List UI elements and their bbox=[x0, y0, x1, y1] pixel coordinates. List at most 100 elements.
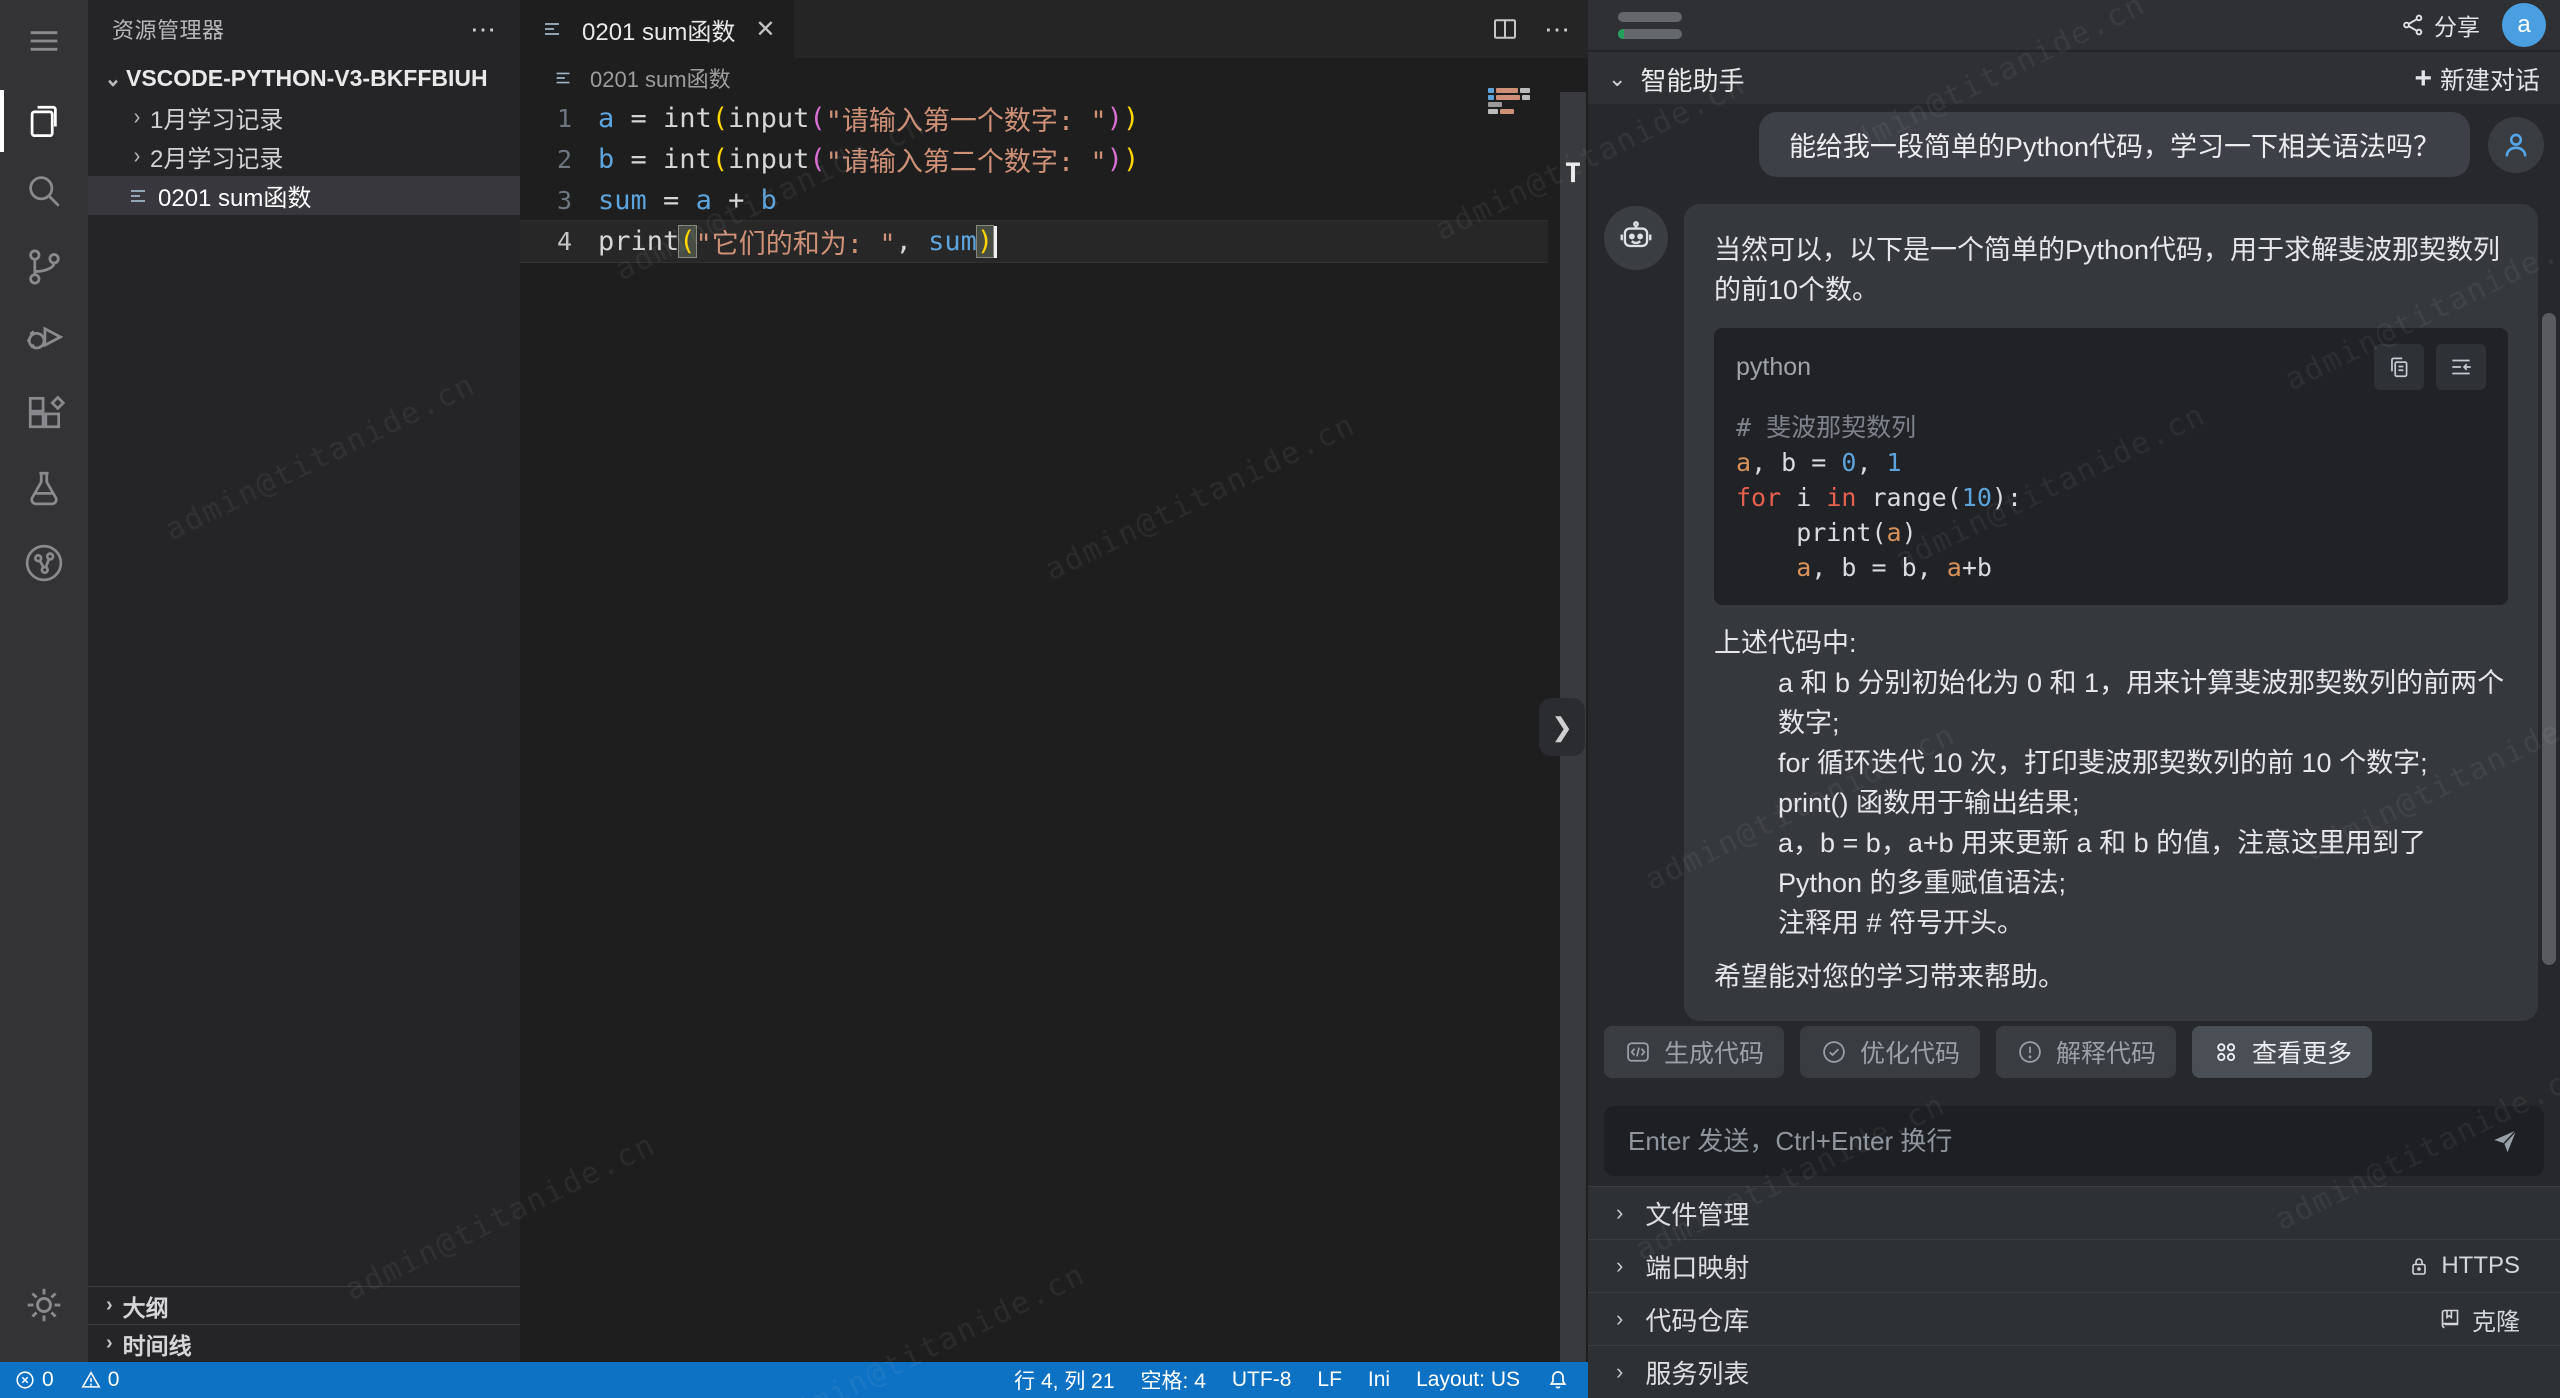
panel-expand-button[interactable]: ❯ bbox=[1539, 698, 1585, 756]
optimize-code-button[interactable]: 优化代码 bbox=[1800, 1026, 1980, 1078]
code-token: a bbox=[1796, 548, 1811, 588]
person-icon bbox=[2499, 128, 2533, 162]
code-editor[interactable]: 1a = int(input("请输入第一个数字: "))2b = int(in… bbox=[520, 98, 1548, 262]
code-token: ) bbox=[977, 226, 993, 257]
share-icon bbox=[2400, 12, 2426, 38]
code-token: ) bbox=[1123, 144, 1139, 175]
warning-count: 0 bbox=[108, 1368, 120, 1392]
testing-beaker-icon[interactable] bbox=[0, 452, 88, 522]
timeline-section[interactable]: › 时间线 bbox=[88, 1324, 520, 1362]
account-avatar[interactable]: a bbox=[2502, 3, 2546, 47]
line-number: 1 bbox=[520, 104, 598, 133]
encoding[interactable]: UTF-8 bbox=[1232, 1368, 1292, 1392]
grid-icon bbox=[2212, 1038, 2240, 1066]
tree-file-selected[interactable]: 0201 sum函数 bbox=[88, 176, 520, 215]
remote-share-icon[interactable] bbox=[0, 528, 88, 598]
accordion-file-management[interactable]: › 文件管理 bbox=[1588, 1186, 2560, 1239]
explanation-item: 注释用 # 符号开头。 bbox=[1714, 903, 2508, 943]
tab-sum-file[interactable]: 0201 sum函数 ✕ bbox=[520, 0, 794, 58]
editor-more-icon[interactable]: ⋯ bbox=[1544, 24, 1572, 34]
notifications-bell-icon[interactable] bbox=[1546, 1368, 1570, 1392]
language-mode[interactable]: Ini bbox=[1368, 1368, 1390, 1392]
code-token: ( bbox=[712, 103, 728, 134]
chat-code[interactable]: # 斐波那契数列a, b = 0, 1for i in range(10): p… bbox=[1736, 410, 2486, 585]
code-token: a bbox=[1736, 443, 1751, 483]
settings-gear-icon[interactable] bbox=[0, 1270, 88, 1340]
problems-errors[interactable]: 0 bbox=[14, 1368, 54, 1392]
code-block-actions bbox=[2374, 344, 2486, 390]
code-token: , b = bbox=[1751, 443, 1841, 483]
search-icon[interactable] bbox=[0, 156, 88, 226]
workspace-logo-icon[interactable] bbox=[1618, 12, 1682, 39]
new-chat-button[interactable]: + 新建对话 bbox=[2414, 61, 2540, 97]
code-line: a, b = 0, 1 bbox=[1736, 445, 2486, 480]
tab-close-icon[interactable]: ✕ bbox=[755, 15, 775, 44]
accordion-label: 服务列表 bbox=[1645, 1354, 1749, 1391]
tree-folder-feb[interactable]: › 2月学习记录 bbox=[88, 137, 520, 176]
split-editor-icon[interactable] bbox=[1490, 14, 1520, 44]
run-debug-icon[interactable] bbox=[0, 302, 88, 372]
breadcrumb[interactable]: 0201 sum函数 bbox=[550, 58, 731, 98]
problems-warnings[interactable]: 0 bbox=[80, 1368, 120, 1392]
code-block-header: python bbox=[1736, 344, 2486, 390]
editor-tab-bar: 0201 sum函数 ✕ ⋯ bbox=[520, 0, 1588, 58]
panel-top-bar: 分享 a bbox=[1588, 0, 2560, 52]
eol-sequence[interactable]: LF bbox=[1317, 1368, 1342, 1392]
generate-code-button[interactable]: 生成代码 bbox=[1604, 1026, 1784, 1078]
file-list-icon bbox=[540, 17, 564, 41]
explanation-item: print() 函数用于输出结果; bbox=[1714, 783, 2508, 823]
robot-icon bbox=[1617, 219, 1655, 257]
chevron-right-icon: › bbox=[1616, 1359, 1623, 1385]
clone-badge[interactable]: 克隆 bbox=[2438, 1302, 2520, 1337]
assistant-header[interactable]: ⌄ 智能助手 + 新建对话 bbox=[1588, 54, 2560, 104]
accordion-label: 端口映射 bbox=[1645, 1248, 1749, 1285]
minimap[interactable] bbox=[1488, 88, 1536, 118]
tree-folder-jan[interactable]: › 1月学习记录 bbox=[88, 98, 520, 137]
view-more-button[interactable]: 查看更多 bbox=[2192, 1026, 2372, 1078]
sidebar-more-icon[interactable]: ⋯ bbox=[470, 24, 498, 34]
panel-scrollbar[interactable] bbox=[2542, 313, 2556, 965]
code-token: ( bbox=[679, 226, 695, 257]
chevron-right-icon: › bbox=[106, 1332, 113, 1355]
code-token: 1 bbox=[1887, 443, 1902, 483]
accordion-port-mapping[interactable]: › 端口映射 HTTPS bbox=[1588, 1239, 2560, 1292]
tab-label: 0201 sum函数 bbox=[582, 12, 735, 47]
tab-actions: ⋯ bbox=[1490, 0, 1572, 58]
indentation[interactable]: 空格: 4 bbox=[1141, 1365, 1206, 1395]
chevron-right-icon: › bbox=[124, 104, 150, 130]
quick-actions: 生成代码 优化代码 解释代码 查看更多 bbox=[1604, 1026, 2372, 1078]
cursor-position[interactable]: 行 4, 列 21 bbox=[1014, 1365, 1114, 1395]
chevron-right-icon: › bbox=[106, 1294, 113, 1317]
code-token: ( bbox=[712, 144, 728, 175]
explanation-item: a 和 b 分别初始化为 0 和 1，用来计算斐波那契数列的前两个数字; bbox=[1714, 663, 2508, 743]
code-token: 0 bbox=[1841, 443, 1856, 483]
source-control-icon[interactable] bbox=[0, 232, 88, 302]
accordion-service-list[interactable]: › 服务列表 bbox=[1588, 1345, 2560, 1398]
file-list-icon bbox=[552, 67, 574, 89]
https-badge[interactable]: HTTPS bbox=[2407, 1252, 2520, 1280]
menu-icon[interactable] bbox=[0, 6, 88, 76]
error-icon bbox=[14, 1369, 36, 1391]
explorer-files-icon[interactable] bbox=[0, 86, 88, 156]
extensions-icon[interactable] bbox=[0, 378, 88, 448]
code-language-label: python bbox=[1736, 347, 1811, 387]
outline-section[interactable]: › 大纲 bbox=[88, 1286, 520, 1324]
share-button[interactable]: 分享 bbox=[2400, 8, 2480, 42]
topbar-right: 分享 a bbox=[2400, 3, 2546, 47]
code-token: ) bbox=[1107, 103, 1123, 134]
copy-code-icon[interactable] bbox=[2374, 344, 2424, 390]
send-icon[interactable] bbox=[2490, 1126, 2520, 1156]
chat-input[interactable] bbox=[1628, 1126, 2490, 1157]
keyboard-layout[interactable]: Layout: US bbox=[1416, 1368, 1520, 1392]
outline-label: 大纲 bbox=[123, 1289, 169, 1323]
code-token: print( bbox=[1736, 513, 1887, 553]
check-circle-icon bbox=[1820, 1038, 1848, 1066]
user-message-bubble: 能给我一段简单的Python代码，学习一下相关语法吗？ bbox=[1759, 112, 2470, 177]
chevron-right-icon: › bbox=[1616, 1253, 1623, 1279]
code-token: for bbox=[1736, 478, 1781, 518]
explain-code-button[interactable]: 解释代码 bbox=[1996, 1026, 2176, 1078]
tree-root-folder[interactable]: ⌄ VSCODE-PYTHON-V3-BKFFBIUH bbox=[88, 58, 520, 98]
code-token: = bbox=[614, 144, 663, 175]
accordion-code-repo[interactable]: › 代码仓库 克隆 bbox=[1588, 1292, 2560, 1345]
insert-code-icon[interactable] bbox=[2436, 344, 2486, 390]
